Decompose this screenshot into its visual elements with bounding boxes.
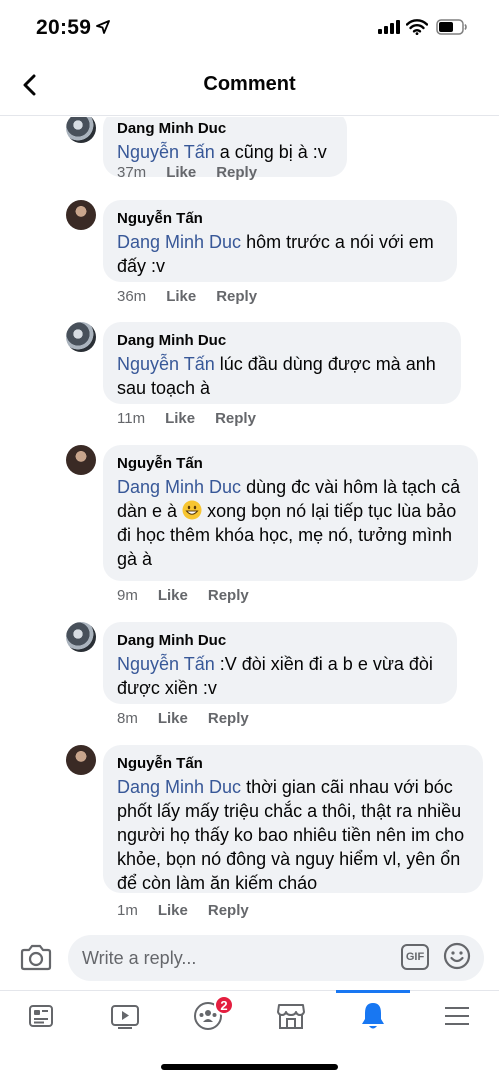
comment-bubble[interactable]: Nguyễn Tấn Dang Minh Duc thời gian cãi n… bbox=[103, 745, 483, 893]
avatar[interactable] bbox=[66, 745, 96, 775]
tab-marketplace[interactable] bbox=[255, 991, 327, 1041]
cellular-signal-icon bbox=[378, 20, 400, 34]
mention-link[interactable]: Dang Minh Duc bbox=[117, 777, 241, 797]
comment-meta: 8m Like Reply bbox=[117, 710, 249, 727]
hamburger-menu-icon bbox=[445, 1007, 469, 1025]
tab-watch[interactable] bbox=[89, 991, 161, 1041]
like-button[interactable]: Like bbox=[166, 164, 196, 181]
bell-icon bbox=[362, 1003, 384, 1029]
comment-bubble[interactable]: Nguyễn Tấn Dang Minh Duc hôm trước a nói… bbox=[103, 200, 457, 282]
tab-menu[interactable] bbox=[421, 991, 493, 1041]
mention-link[interactable]: Dang Minh Duc bbox=[117, 477, 241, 497]
like-button[interactable]: Like bbox=[166, 288, 196, 305]
status-bar: 20:59 bbox=[0, 0, 499, 56]
gif-button[interactable]: GIF bbox=[401, 944, 429, 970]
mention-link[interactable]: Nguyễn Tấn bbox=[117, 142, 215, 162]
reply-button[interactable]: Reply bbox=[216, 164, 257, 181]
notification-badge: 2 bbox=[214, 995, 234, 1015]
comment-time: 9m bbox=[117, 587, 138, 604]
like-button[interactable]: Like bbox=[165, 410, 195, 427]
reply-button[interactable]: Reply bbox=[208, 710, 249, 727]
marketplace-icon bbox=[277, 1004, 305, 1029]
like-button[interactable]: Like bbox=[158, 902, 188, 919]
tab-groups[interactable]: 2 bbox=[172, 991, 244, 1041]
comment-author[interactable]: Nguyễn Tấn bbox=[117, 455, 464, 473]
wifi-icon bbox=[406, 19, 428, 35]
like-button[interactable]: Like bbox=[158, 587, 188, 604]
avatar[interactable] bbox=[66, 117, 96, 143]
reply-button[interactable]: Reply bbox=[208, 902, 249, 919]
comment-list: Dang Minh Duc Nguyễn Tấn a cũng bị à :v … bbox=[0, 117, 499, 927]
comment-text: Dang Minh Duc hôm trước a nói với em đấy… bbox=[117, 232, 434, 276]
comment-time: 11m bbox=[117, 410, 146, 427]
comment-meta: 9m Like Reply bbox=[117, 587, 249, 604]
comment-text: Nguyễn Tấn a cũng bị à :v bbox=[117, 142, 327, 162]
home-indicator bbox=[161, 1064, 338, 1070]
battery-icon bbox=[436, 19, 467, 35]
camera-icon bbox=[20, 944, 52, 971]
avatar[interactable] bbox=[66, 622, 96, 652]
like-button[interactable]: Like bbox=[158, 710, 188, 727]
comment-author[interactable]: Dang Minh Duc bbox=[117, 632, 443, 650]
comment-meta: 37m Like Reply bbox=[117, 164, 257, 181]
comment-meta: 11m Like Reply bbox=[117, 410, 256, 427]
tab-news-feed[interactable] bbox=[5, 991, 77, 1041]
reply-bar: GIF bbox=[0, 928, 499, 990]
smiley-icon bbox=[443, 942, 471, 970]
camera-button[interactable] bbox=[20, 942, 52, 977]
comment-author[interactable]: Nguyễn Tấn bbox=[117, 755, 469, 773]
location-arrow-icon bbox=[96, 20, 110, 34]
comment-bubble[interactable]: Nguyễn Tấn Dang Minh Duc dùng đc vài hôm… bbox=[103, 445, 478, 581]
avatar[interactable] bbox=[66, 322, 96, 352]
page-title: Comment bbox=[203, 73, 296, 95]
header: Comment bbox=[0, 56, 499, 116]
mention-link[interactable]: Nguyễn Tấn bbox=[117, 654, 215, 674]
comment-time: 1m bbox=[117, 902, 138, 919]
comment-author[interactable]: Nguyễn Tấn bbox=[117, 210, 443, 228]
tab-notifications[interactable] bbox=[337, 991, 409, 1041]
reply-button[interactable]: Reply bbox=[216, 288, 257, 305]
comment-text: Nguyễn Tấn lúc đầu dùng được mà anh sau … bbox=[117, 354, 436, 398]
watch-icon bbox=[111, 1005, 139, 1029]
comment-time: 8m bbox=[117, 710, 138, 727]
reply-button[interactable]: Reply bbox=[215, 410, 256, 427]
comment-time: 36m bbox=[117, 288, 147, 305]
comment-author[interactable]: Dang Minh Duc bbox=[117, 120, 333, 138]
comment-meta: 1m Like Reply bbox=[117, 902, 249, 919]
comment-bubble[interactable]: Dang Minh Duc Nguyễn Tấn :V đòi xiền đi … bbox=[103, 622, 457, 704]
grinning-emoji-icon bbox=[182, 500, 202, 520]
comment-author[interactable]: Dang Minh Duc bbox=[117, 332, 447, 350]
mention-link[interactable]: Nguyễn Tấn bbox=[117, 354, 215, 374]
mention-link[interactable]: Dang Minh Duc bbox=[117, 232, 241, 252]
news-feed-icon bbox=[29, 1005, 53, 1027]
comment-text: Dang Minh Duc dùng đc vài hôm là tạch cả… bbox=[117, 477, 461, 569]
avatar[interactable] bbox=[66, 200, 96, 230]
comment-text: Nguyễn Tấn :V đòi xiền đi a b e vừa đòi … bbox=[117, 654, 433, 698]
comment-meta: 36m Like Reply bbox=[117, 288, 257, 305]
avatar[interactable] bbox=[66, 445, 96, 475]
status-time: 20:59 bbox=[36, 16, 92, 39]
comment-bubble[interactable]: Dang Minh Duc Nguyễn Tấn lúc đầu dùng đư… bbox=[103, 322, 461, 404]
reply-button[interactable]: Reply bbox=[208, 587, 249, 604]
emoji-button[interactable] bbox=[443, 942, 471, 975]
comment-time: 37m bbox=[117, 164, 147, 181]
comment-text: Dang Minh Duc thời gian cãi nhau với bóc… bbox=[117, 777, 465, 893]
